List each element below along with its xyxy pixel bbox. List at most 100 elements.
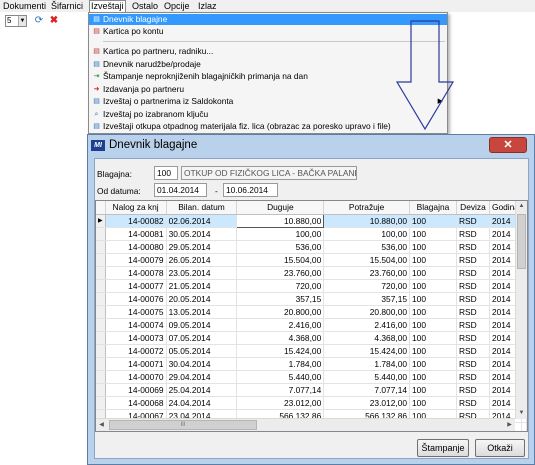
date-from-field[interactable]: 01.04.2014 <box>154 183 207 197</box>
table-cell[interactable]: 15.504,00 <box>323 253 411 267</box>
menu-item-izdavanja-po-partneru[interactable]: ➜ Izdavanja po partneru <box>89 84 447 95</box>
table-cell[interactable]: 14-00082 <box>105 214 167 228</box>
row-indicator[interactable] <box>96 305 106 319</box>
table-row[interactable]: ▶ 14-00082 02.06.2014 10.880,00 10.880,00 100… <box>96 213 527 228</box>
table-cell[interactable]: 07.05.2014 <box>166 331 238 345</box>
scroll-up-icon[interactable]: ▲ <box>516 201 527 212</box>
table-cell[interactable]: 2.416,00 <box>236 318 325 332</box>
table-cell[interactable]: 24.04.2014 <box>166 396 238 410</box>
table-cell[interactable]: 14-00074 <box>105 318 167 332</box>
row-indicator[interactable] <box>96 279 106 293</box>
table-cell[interactable]: RSD <box>456 318 490 332</box>
table-row[interactable]: 14-00079 26.05.2014 15.504,00 15.504,00 100 R… <box>96 253 527 267</box>
table-cell[interactable]: RSD <box>456 331 490 345</box>
table-cell[interactable]: 14-00075 <box>105 305 167 319</box>
table-cell[interactable]: 10.880,00 <box>236 213 325 228</box>
dialog-titlebar[interactable]: MI Dnevnik blagajne ✕ <box>88 135 534 157</box>
table-cell[interactable]: 14-00073 <box>105 331 167 345</box>
table-row[interactable]: 14-00080 29.05.2014 536,00 536,00 100 RSD 2014 <box>96 240 527 254</box>
table-row[interactable]: 14-00071 30.04.2014 1.784,00 1.784,00 100 RSD… <box>96 357 527 371</box>
table-cell[interactable]: 357,15 <box>236 292 325 306</box>
table-cell[interactable]: 100 <box>409 214 457 228</box>
table-cell[interactable]: RSD <box>456 266 490 280</box>
table-cell[interactable]: RSD <box>456 292 490 306</box>
table-cell[interactable]: 14-00071 <box>105 357 167 371</box>
page-select[interactable]: 5 ▼ <box>5 15 27 27</box>
row-indicator[interactable] <box>96 240 106 254</box>
table-cell[interactable]: 100 <box>409 227 457 241</box>
date-to-field[interactable]: 10.06.2014 <box>223 183 278 197</box>
menu-item-dnevnik-blagajne[interactable]: ▤ Dnevnik blagajne <box>89 14 447 25</box>
table-cell[interactable]: 23.012,00 <box>236 396 325 410</box>
row-indicator[interactable] <box>96 318 106 332</box>
row-indicator[interactable] <box>96 396 106 410</box>
table-cell[interactable]: 05.05.2014 <box>166 344 238 358</box>
table-cell[interactable]: 100 <box>409 383 457 397</box>
table-cell[interactable]: 23.760,00 <box>236 266 325 280</box>
table-cell[interactable]: 14-00072 <box>105 344 167 358</box>
table-cell[interactable]: 20.800,00 <box>323 305 411 319</box>
column-header[interactable]: Nalog za knj <box>105 201 167 215</box>
table-row[interactable]: 14-00078 23.05.2014 23.760,00 23.760,00 100 R… <box>96 266 527 280</box>
table-cell[interactable]: 30.04.2014 <box>166 357 238 371</box>
table-cell[interactable]: 26.05.2014 <box>166 253 238 267</box>
table-row[interactable]: 14-00073 07.05.2014 4.368,00 4.368,00 100 RSD… <box>96 331 527 345</box>
table-cell[interactable]: 100 <box>409 357 457 371</box>
table-cell[interactable]: 5.440,00 <box>323 370 411 384</box>
table-cell[interactable]: 10.880,00 <box>323 214 411 228</box>
table-row[interactable]: 14-00074 09.05.2014 2.416,00 2.416,00 100 RSD… <box>96 318 527 332</box>
table-cell[interactable]: 14-00080 <box>105 240 167 254</box>
menu-izlaz[interactable]: Izlaz <box>197 0 218 12</box>
table-cell[interactable]: 100,00 <box>236 227 325 241</box>
table-cell[interactable]: 100 <box>409 305 457 319</box>
horizontal-scrollbar[interactable]: ◀ III ▶ <box>96 418 515 431</box>
table-row[interactable]: 14-00068 24.04.2014 23.012,00 23.012,00 100 R… <box>96 396 527 410</box>
table-cell[interactable]: 100 <box>409 370 457 384</box>
table-cell[interactable]: 100,00 <box>323 227 411 241</box>
table-cell[interactable]: 2.416,00 <box>323 318 411 332</box>
table-cell[interactable]: 13.05.2014 <box>166 305 238 319</box>
table-cell[interactable]: RSD <box>456 357 490 371</box>
menu-ostalo[interactable]: Ostalo <box>131 0 159 12</box>
menu-item-izvestaj-po-kljucu[interactable]: ⌕ Izveštaj po izabranom ključu <box>89 109 447 120</box>
table-row[interactable]: 14-00075 13.05.2014 20.800,00 20.800,00 100 R… <box>96 305 527 319</box>
table-cell[interactable]: 5.440,00 <box>236 370 325 384</box>
table-cell[interactable]: RSD <box>456 396 490 410</box>
table-cell[interactable]: 357,15 <box>323 292 411 306</box>
row-indicator[interactable] <box>96 227 106 241</box>
column-header[interactable]: Bilan. datum <box>166 201 238 215</box>
menu-dokumenti[interactable]: Dokumenti <box>2 0 47 12</box>
table-cell[interactable]: 14-00076 <box>105 292 167 306</box>
menu-item-izvestaji-otkupa[interactable]: ▤ Izveštaji otkupa otpadnog materijala f… <box>89 121 447 132</box>
row-indicator[interactable] <box>96 253 106 267</box>
table-cell[interactable]: RSD <box>456 344 490 358</box>
column-header[interactable]: Deviza <box>456 201 490 215</box>
column-header[interactable]: Potražuje <box>323 201 411 215</box>
table-cell[interactable]: 15.424,00 <box>323 344 411 358</box>
menu-item-kartica-po-kontu[interactable]: ▤ Kartica po kontu <box>89 26 447 37</box>
table-cell[interactable]: 4.368,00 <box>323 331 411 345</box>
table-cell[interactable]: 29.05.2014 <box>166 240 238 254</box>
menu-item-kartica-po-partneru[interactable]: ▤ Kartica po partneru, radniku... <box>89 46 447 57</box>
table-cell[interactable]: 100 <box>409 396 457 410</box>
table-cell[interactable]: 100 <box>409 266 457 280</box>
table-cell[interactable]: 4.368,00 <box>236 331 325 345</box>
table-cell[interactable]: 15.424,00 <box>236 344 325 358</box>
scrollbar-thumb[interactable]: III <box>109 420 257 430</box>
table-cell[interactable]: 23.05.2014 <box>166 266 238 280</box>
table-cell[interactable]: RSD <box>456 240 490 254</box>
table-cell[interactable]: RSD <box>456 214 490 228</box>
table-cell[interactable]: 02.06.2014 <box>166 214 238 228</box>
table-cell[interactable]: 14-00081 <box>105 227 167 241</box>
row-indicator[interactable] <box>96 370 106 384</box>
table-cell[interactable]: 14-00079 <box>105 253 167 267</box>
table-cell[interactable]: 536,00 <box>323 240 411 254</box>
table-cell[interactable]: RSD <box>456 253 490 267</box>
vertical-scrollbar[interactable]: ▲ ▼ <box>515 201 527 419</box>
table-cell[interactable]: 14-00069 <box>105 383 167 397</box>
table-cell[interactable]: 14-00068 <box>105 396 167 410</box>
row-indicator[interactable] <box>96 344 106 358</box>
table-cell[interactable]: 720,00 <box>236 279 325 293</box>
refresh-icon[interactable]: ⟳ <box>33 15 45 27</box>
menu-item-izvestaj-o-partnerima[interactable]: ▤ Izveštaj o partnerima iz Saldokonta ▶ <box>89 96 447 107</box>
